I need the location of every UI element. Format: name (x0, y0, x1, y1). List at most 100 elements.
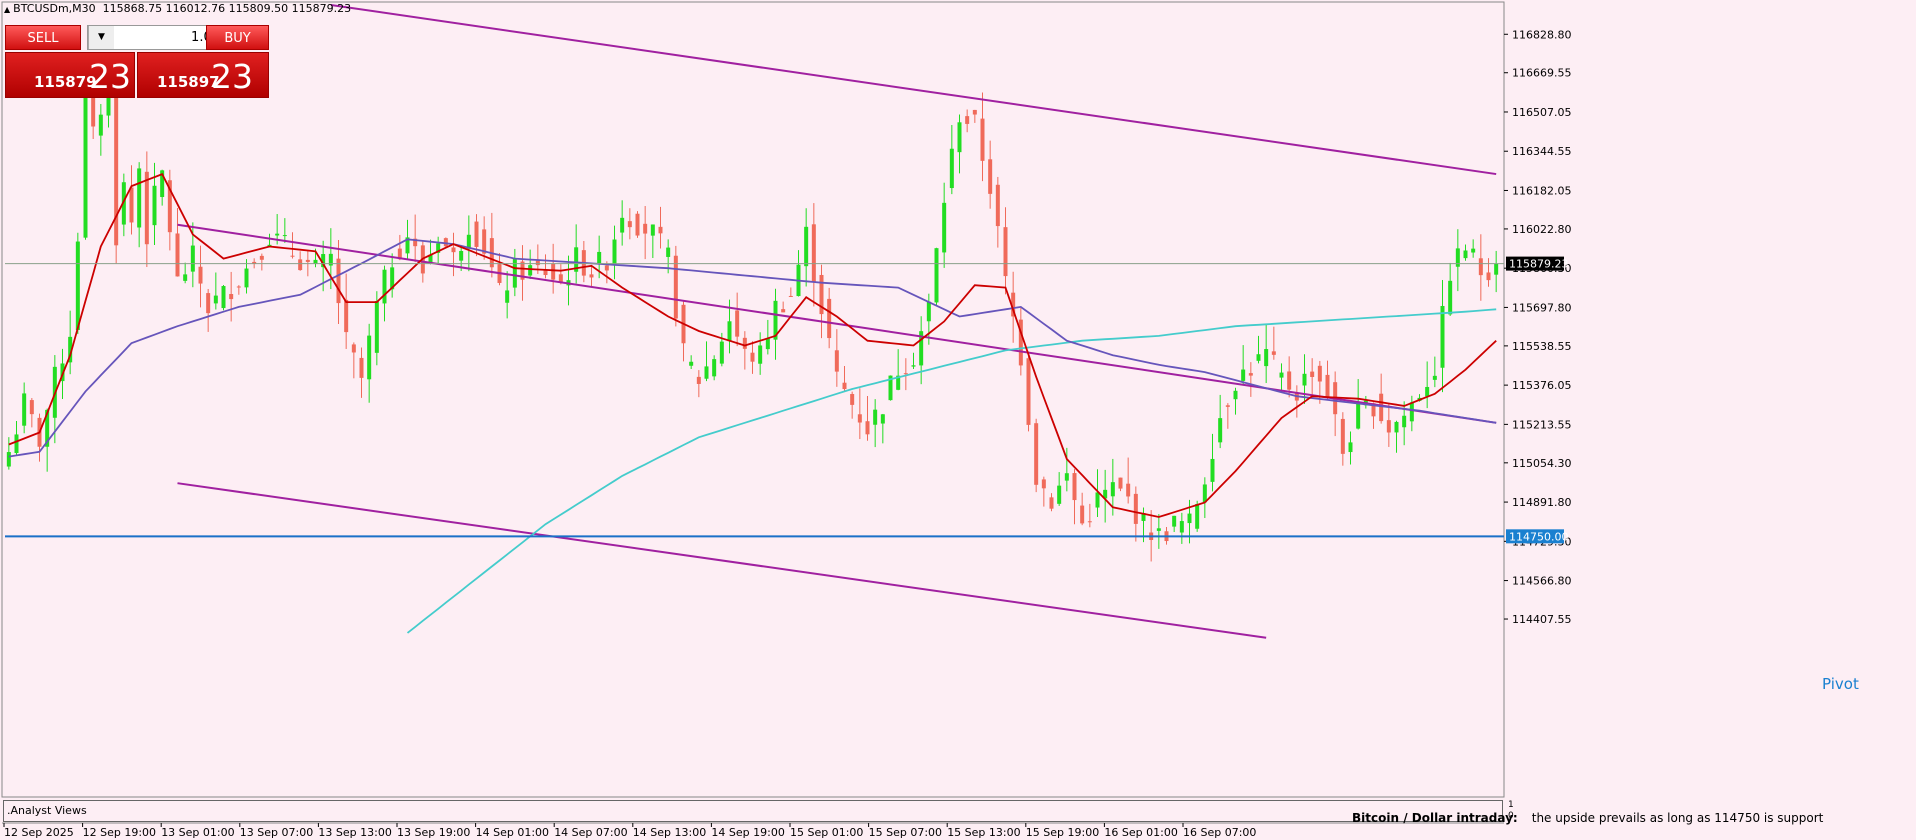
candle-bear (1486, 272, 1491, 281)
price-tick-label: 116022.80 (1512, 223, 1572, 236)
candle-bear (865, 421, 870, 435)
price-tick-label: 116182.05 (1512, 184, 1572, 197)
candle-bear (1325, 374, 1330, 397)
candle-bull (689, 361, 694, 366)
candle-bear (1340, 418, 1345, 454)
candle-bear (451, 247, 456, 253)
candle-bear (336, 258, 341, 304)
candle-bear (850, 394, 855, 405)
candle-bull (367, 335, 372, 380)
candle-bear (842, 382, 847, 390)
candle-bull (1187, 513, 1192, 524)
candle-bull (1202, 484, 1207, 503)
channel-line (330, 4, 1497, 176)
candle-bull (1432, 375, 1437, 380)
candle-bear (305, 259, 310, 262)
price-tick-label: 115538.55 (1512, 340, 1572, 353)
price-axis: 116828.80 116669.55 116507.05 116344.55 1161… (1504, 28, 1572, 626)
candle-bear (658, 226, 663, 234)
candle-bull (1356, 403, 1361, 429)
candle-bear (474, 221, 479, 247)
candle-bull (1471, 248, 1476, 253)
price-tick-label: 116669.55 (1512, 67, 1572, 80)
symbol-info: BTCUSDm,M30 115868.75 116012.76 115809.5… (4, 2, 351, 15)
buy-price-button[interactable]: 115897 23 (137, 52, 269, 98)
candle-bull (282, 235, 287, 237)
candle-bull (1095, 492, 1100, 508)
candle-bear (834, 350, 839, 372)
candle-bear (1379, 393, 1384, 422)
candle-bear (229, 294, 234, 300)
analyst-views-title: .Analyst Views (7, 804, 87, 817)
candle-bull (137, 168, 142, 228)
candle-bear (1026, 358, 1031, 425)
candle-bear (298, 259, 303, 271)
candle-bear (359, 357, 364, 378)
candle-bull (1264, 349, 1269, 367)
candle-bear (643, 223, 648, 234)
candle-bull (1302, 373, 1307, 386)
candle-bull (1402, 415, 1407, 428)
price-chart[interactable]: 116828.80 116669.55 116507.05 116344.55 1161… (0, 0, 1916, 840)
time-tick-label: 15 Sep 13:00 (947, 826, 1020, 839)
candle-bear (206, 293, 211, 314)
sell-price-big: 23 (89, 57, 131, 96)
sell-price-button[interactable]: 115879 23 (5, 52, 135, 98)
analyst-message: Bitcoin / Dollar intraday: the upside pre… (1352, 811, 1823, 825)
candle-bull (275, 233, 280, 236)
candle-bear (1049, 497, 1054, 509)
candle-bull (758, 345, 763, 364)
candle-bull (1218, 418, 1223, 443)
candle-bull (213, 295, 218, 304)
ma-slow-line (406, 308, 1497, 634)
time-tick-label: 13 Sep 07:00 (240, 826, 313, 839)
sub-scale-top: 1 (1508, 800, 1514, 810)
candle-bull (1463, 250, 1468, 259)
sell-button[interactable]: SELL (5, 25, 81, 50)
analyst-message-title: Bitcoin / Dollar intraday: (1352, 811, 1518, 825)
candle-bull (765, 338, 770, 350)
candle-bull (512, 258, 517, 288)
time-axis: 12 Sep 2025 12 Sep 19:00 13 Sep 01:00 13 Se… (2, 822, 1504, 839)
candle-bear (811, 224, 816, 282)
price-tick-label: 116828.80 (1512, 28, 1572, 41)
candle-bear (1003, 227, 1008, 277)
candle-bull (505, 290, 510, 303)
candle-bull (1241, 369, 1246, 381)
candle-bear (1080, 505, 1085, 524)
candle-bull (1179, 521, 1184, 533)
time-tick-label: 16 Sep 01:00 (1104, 826, 1177, 839)
time-tick-label: 15 Sep 01:00 (790, 826, 863, 839)
price-tick-label: 115697.80 (1512, 301, 1572, 314)
time-tick-label: 13 Sep 19:00 (397, 826, 470, 839)
current-price-label: 115879.23 (1509, 258, 1569, 271)
candle-bear (696, 376, 701, 384)
candle-bull (1279, 372, 1284, 378)
chart-frame (1, 1, 1505, 798)
candle-bull (1195, 504, 1200, 529)
candle-bear (482, 229, 487, 254)
candle-bull (666, 247, 671, 257)
candle-bull (620, 217, 625, 233)
buy-button[interactable]: BUY (206, 25, 269, 50)
lot-decrease-icon[interactable]: ▼ (88, 26, 114, 49)
candle-bull (528, 265, 533, 276)
candle-bear (236, 286, 241, 288)
candle-bull (873, 409, 878, 425)
candle-bear (627, 221, 632, 228)
pivot-price-label: 114750.00 (1509, 530, 1569, 543)
candle-bear (351, 344, 356, 353)
candle-bull (1448, 280, 1453, 315)
analyst-message-text: the upside prevails as long as 114750 is… (1531, 811, 1824, 825)
candle-bear (788, 295, 793, 297)
candle-bear (1118, 477, 1123, 489)
candle-bull (221, 286, 226, 309)
candle-bull (597, 251, 602, 264)
pivot-label: Pivot (1822, 675, 1859, 693)
buy-price-big: 23 (211, 57, 253, 96)
candle-bear (1478, 258, 1483, 276)
candle-bull (934, 248, 939, 303)
candle-bear (551, 263, 556, 280)
candle-bull (1409, 402, 1414, 422)
time-tick-label: 14 Sep 01:00 (476, 826, 549, 839)
